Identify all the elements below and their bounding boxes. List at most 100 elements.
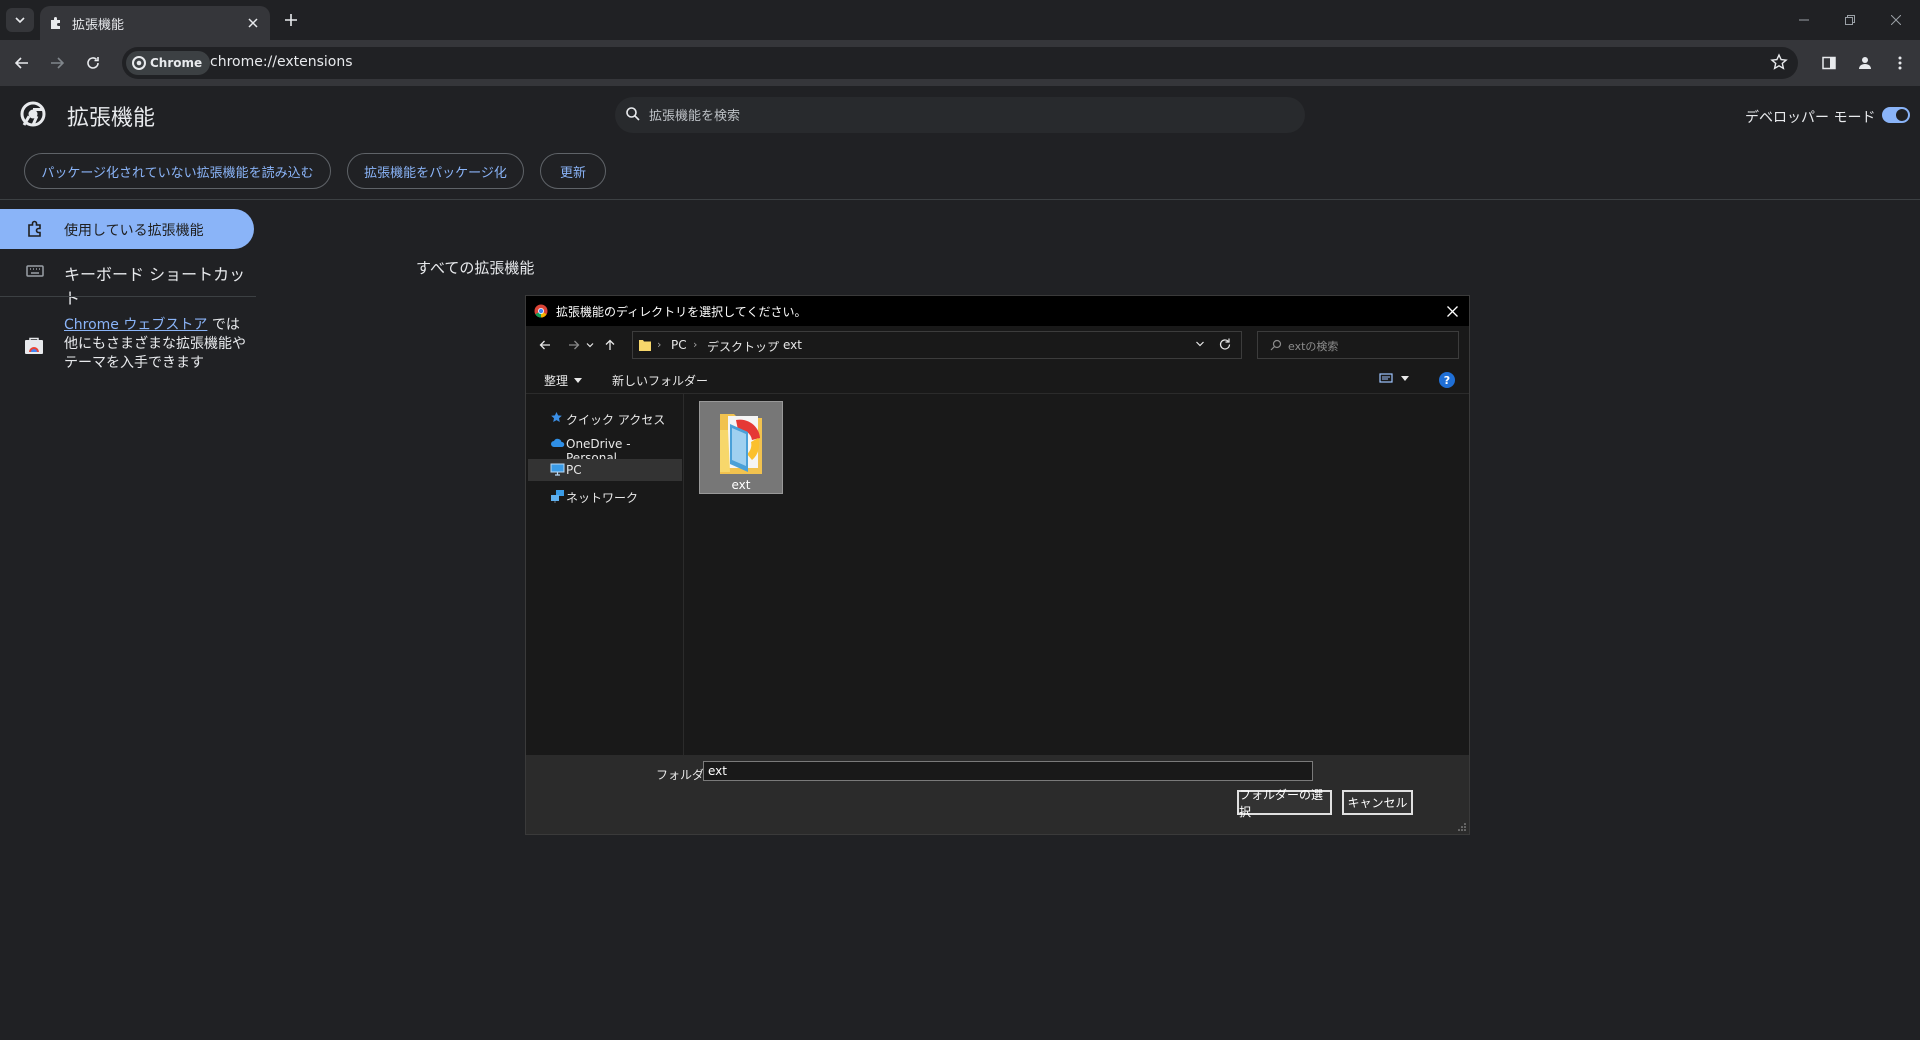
caret-down-icon [574,378,583,383]
side-panel-icon [1822,56,1836,70]
tab-strip: 拡張機能 [0,0,1920,40]
chrome-logo-icon [132,56,146,70]
organize-menu-button[interactable]: 整理 [544,372,583,389]
side-panel-button[interactable] [1816,50,1842,76]
folder-name-input[interactable] [703,761,1313,781]
chevron-down-icon [15,17,25,24]
tab-title: 拡張機能 [72,18,125,33]
pack-extension-button[interactable]: 拡張機能をパッケージ化 [347,153,524,189]
folder-icon [639,340,651,351]
url-text[interactable]: chrome://extensions [210,54,353,70]
load-unpacked-button[interactable]: パッケージ化されていない拡張機能を読み込む [24,153,331,189]
bookmark-button[interactable] [1770,53,1788,71]
nav-pc[interactable]: PC [528,459,682,481]
arrow-left-icon [539,340,550,350]
page-title: 拡張機能 [67,106,156,131]
toggle-knob [1896,109,1908,121]
help-icon[interactable]: ? [1439,372,1455,388]
tab-extensions[interactable]: 拡張機能 [40,6,270,40]
view-options-button[interactable] [1379,372,1409,384]
dialog-close-button[interactable] [1443,302,1461,320]
nav-onedrive[interactable]: OneDrive - Personal [528,433,682,465]
reload-button[interactable] [80,50,106,76]
select-folder-button[interactable]: フォルダーの選択 [1237,788,1332,819]
webstore-text-suffix: では [207,317,240,333]
recent-locations-button[interactable] [584,336,596,354]
breadcrumb-ext[interactable]: ext [783,338,802,352]
caret-down-icon [1401,375,1409,381]
close-icon [1446,305,1458,317]
more-vert-icon [1898,56,1902,70]
minimize-button[interactable] [1790,8,1818,32]
close-icon [248,18,258,28]
dialog-forward-button[interactable] [565,336,583,354]
nav-label: PC [566,463,582,477]
arrow-up-icon [605,339,615,350]
header-divider [0,199,1920,200]
network-icon [551,490,564,503]
nav-network[interactable]: ネットワーク [528,485,682,507]
arrow-right-icon [569,340,580,350]
dialog-address-bar[interactable]: › PC › デスクトップ › ext [632,331,1242,359]
arrow-right-icon [51,57,64,69]
select-folder-dialog: 拡張機能のディレクトリを選択してください。 › PC › デスクトップ › ex… [525,295,1470,835]
site-chip-label: Chrome [150,56,203,70]
profile-button[interactable] [1852,50,1878,76]
forward-button[interactable] [44,50,70,76]
dev-mode-toggle[interactable] [1882,107,1910,123]
minimize-icon [1799,19,1809,21]
new-tab-button[interactable] [280,9,302,31]
dialog-back-button[interactable] [536,336,554,354]
all-extensions-heading: すべての拡張機能 [416,259,535,277]
dialog-nav-bar: › PC › デスクトップ › ext [526,326,1469,364]
cancel-button[interactable]: キャンセル [1342,790,1413,815]
window-close-button[interactable] [1882,8,1910,32]
webstore-promo: Chrome ウェブストア では 他にもさまざまな拡張機能やテーマを入手できます [64,316,254,373]
extension-search-box[interactable] [615,97,1305,133]
sidebar-item-label: キーボード ショートカット [64,265,246,308]
organize-label: 整理 [544,374,569,388]
star-icon [551,412,562,422]
browser-toolbar: Chrome chrome://extensions [0,40,1920,86]
sidebar-item-label: 使用している拡張機能 [64,223,204,239]
folder-item-label: ext [731,478,751,492]
webstore-link[interactable]: Chrome ウェブストア [64,317,207,333]
dev-mode-label: デベロッパー モード [1745,110,1876,126]
breadcrumb-separator-icon: › [769,338,774,351]
nav-label: クイック アクセス [566,413,666,427]
dialog-search-box[interactable] [1257,331,1459,359]
chrome-logo-icon [534,304,548,318]
new-folder-button[interactable]: 新しいフォルダー [612,372,708,389]
refresh-icon[interactable] [1219,337,1231,351]
address-bar[interactable]: Chrome chrome://extensions [122,47,1798,79]
sidebar-item-keyboard-shortcuts[interactable]: キーボード ショートカット [0,252,254,308]
up-button[interactable] [601,336,619,354]
dialog-file-list: ext [684,394,1469,755]
arrow-left-icon [15,57,28,69]
breadcrumb-separator-icon: › [693,338,698,351]
extension-search-input[interactable] [647,104,1291,128]
breadcrumb-pc[interactable]: PC [671,338,687,352]
resize-grip-icon[interactable] [1458,823,1466,831]
menu-button[interactable] [1887,50,1913,76]
update-button[interactable]: 更新 [540,153,606,189]
dialog-title-bar[interactable]: 拡張機能のディレクトリを選択してください。 [526,296,1469,326]
tab-search-button[interactable] [6,8,34,32]
chevron-down-icon[interactable] [1195,339,1205,349]
puzzle-icon [51,17,60,29]
nav-quick-access[interactable]: クイック アクセス [528,407,682,429]
breadcrumb-separator-icon: › [657,338,662,351]
site-chip[interactable]: Chrome [126,51,211,75]
dialog-navigation-pane: クイック アクセス OneDrive - Personal PC ネットワーク [526,394,684,755]
dialog-title: 拡張機能のディレクトリを選択してください。 [556,305,807,319]
restore-button[interactable] [1836,8,1864,32]
dialog-command-bar: 整理 新しいフォルダー ? [526,364,1469,394]
nav-label: ネットワーク [566,491,639,505]
folder-item-ext[interactable]: ext [699,401,783,494]
tab-close-button[interactable] [244,14,262,32]
restore-icon [1845,15,1855,25]
sidebar-divider [0,296,256,297]
sidebar-item-my-extensions[interactable]: 使用している拡張機能 [0,209,254,249]
back-button[interactable] [9,50,35,76]
dialog-search-input[interactable] [1286,336,1455,356]
